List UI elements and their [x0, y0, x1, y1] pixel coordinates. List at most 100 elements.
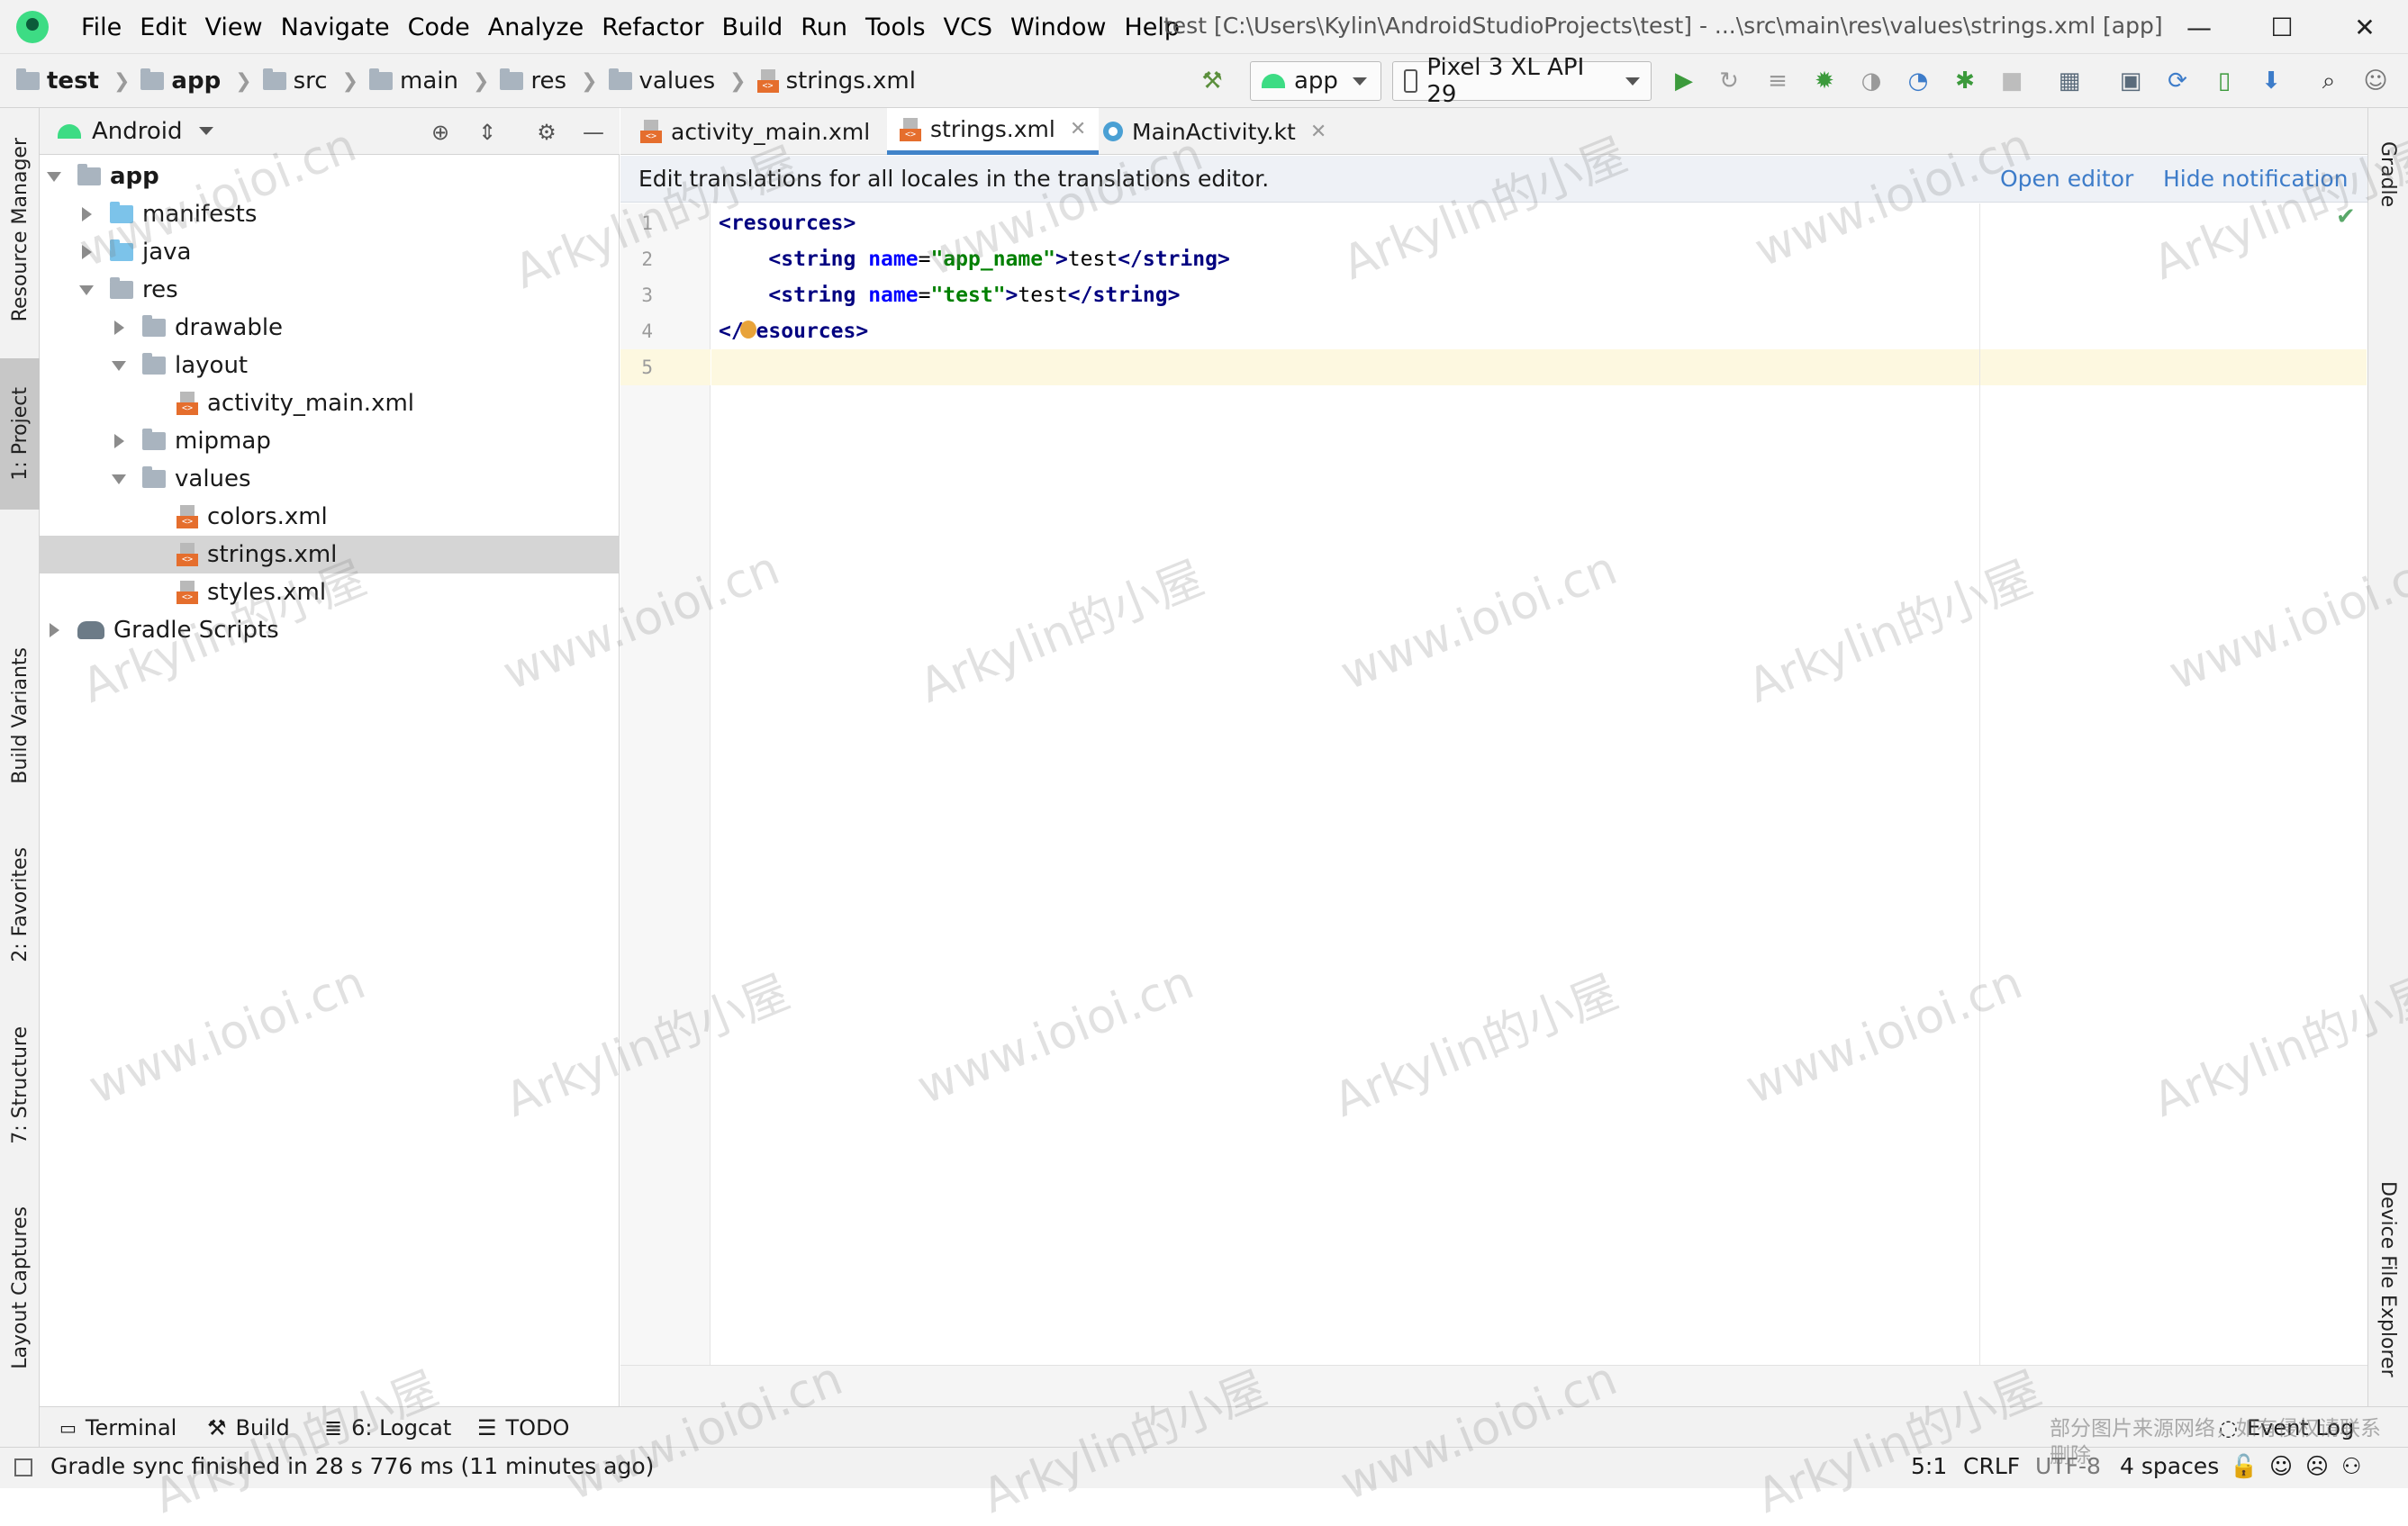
close-window-button[interactable]: ✕ [2323, 0, 2406, 54]
tree-item-colors-xml[interactable]: colors.xml [40, 498, 620, 536]
menu-code[interactable]: Code [399, 14, 479, 41]
menu-refactor[interactable]: Refactor [593, 14, 712, 41]
sdk-manager-icon[interactable]: ⬇ [2257, 67, 2286, 95]
tree-item-layout[interactable]: layout [40, 347, 620, 384]
breadcrumb-main[interactable]: main ❯ [369, 68, 500, 95]
tree-item-drawable[interactable]: drawable [40, 309, 620, 347]
project-view-select[interactable]: Android [92, 118, 183, 145]
open-editor-link[interactable]: Open editor [2000, 166, 2133, 192]
menu-analyze[interactable]: Analyze [479, 14, 593, 41]
tree-item-styles-xml[interactable]: styles.xml [40, 573, 620, 611]
logcat-tab[interactable]: ≣ 6: Logcat [324, 1407, 451, 1448]
stop-icon[interactable]: ■ [1997, 67, 2026, 95]
phone-icon [1404, 69, 1418, 93]
close-tab-icon[interactable]: ✕ [1310, 121, 1326, 143]
toggle-tool-windows-icon[interactable] [14, 1458, 32, 1476]
tree-item-gradle-scripts[interactable]: Gradle Scripts [40, 611, 620, 649]
build-variants-tab[interactable]: Build Variants [0, 630, 40, 801]
menu-view[interactable]: View [195, 14, 271, 41]
layout-inspector-icon[interactable]: ▣ [2116, 67, 2145, 95]
tree-item-manifests[interactable]: manifests [40, 195, 620, 233]
account-icon[interactable]: ☺ [2361, 67, 2390, 95]
structure-tab[interactable]: 7: Structure [0, 1013, 40, 1157]
project-tab[interactable]: 1: Project [0, 358, 40, 510]
tree-item-strings-xml[interactable]: strings.xml [40, 536, 620, 573]
menu-edit[interactable]: Edit [131, 14, 195, 41]
tree-item-res[interactable]: res [40, 271, 620, 309]
todo-tab[interactable]: ☰ TODO [477, 1407, 569, 1448]
maximize-button[interactable]: ☐ [2241, 0, 2323, 54]
tree-item-java[interactable]: java [40, 233, 620, 271]
menu-navigate[interactable]: Navigate [272, 14, 399, 41]
minimize-button[interactable]: — [2158, 0, 2241, 54]
run-config-select[interactable]: app [1250, 61, 1381, 101]
watermark-footer-note: 部分图片来源网络，如有侵权请联系删除 [2050, 1417, 2381, 1467]
chevron-right-icon: ❯ [729, 69, 747, 93]
collapse-all-icon[interactable]: ⇕ [474, 119, 501, 146]
hammer-icon[interactable]: ⚒ [1198, 67, 1227, 95]
android-icon [1262, 74, 1285, 88]
menu-build[interactable]: Build [712, 14, 792, 41]
hide-notification-link[interactable]: Hide notification [2163, 166, 2349, 192]
build-tab[interactable]: ⚒ Build [207, 1407, 290, 1448]
debug-icon[interactable]: ✹ [1810, 67, 1839, 95]
device-select[interactable]: Pixel 3 XL API 29 [1392, 54, 1652, 108]
terminal-tab[interactable]: ▭ Terminal [59, 1407, 177, 1448]
line-number: 4 [641, 321, 653, 342]
tab-mainactivity-kt[interactable]: MainActivity.kt ✕ [1091, 108, 1339, 155]
xml-file-icon [900, 117, 921, 141]
resource-folder-icon [110, 277, 133, 299]
breadcrumb-src[interactable]: src ❯ [262, 68, 369, 95]
run-icon[interactable]: ▶ [1670, 67, 1698, 95]
coverage-icon[interactable]: ◑ [1857, 67, 1886, 95]
profile-icon[interactable]: ◔ [1904, 67, 1933, 95]
gradle-tab[interactable]: Gradle [2367, 121, 2408, 229]
tree-item-mipmap[interactable]: mipmap [40, 422, 620, 460]
breadcrumb-project[interactable]: test ❯ [16, 68, 140, 95]
project-structure-icon[interactable]: ▦ [2055, 67, 2084, 95]
menu-tools[interactable]: Tools [856, 14, 935, 41]
avd-manager-icon[interactable]: ▯ [2210, 67, 2239, 95]
menu-window[interactable]: Window [1001, 14, 1115, 41]
folder-icon [110, 239, 133, 261]
editor-horizontal-scrollbar[interactable] [620, 1365, 2367, 1406]
locate-file-icon[interactable]: ⊕ [427, 119, 454, 146]
status-message[interactable]: Gradle sync finished in 28 s 776 ms (11 … [50, 1453, 654, 1479]
menu-file[interactable]: File [72, 14, 131, 41]
gear-icon[interactable]: ⚙ [533, 119, 560, 146]
tree-item-activity-main-xml[interactable]: activity_main.xml [40, 384, 620, 422]
layout-captures-tab[interactable]: Layout Captures [0, 1193, 40, 1382]
breadcrumb-values[interactable]: values ❯ [608, 68, 757, 95]
tree-item-app[interactable]: app [40, 158, 620, 195]
menu-run[interactable]: Run [792, 14, 856, 41]
search-icon[interactable]: ⌕ [2314, 67, 2343, 95]
collapse-arrow-icon [81, 245, 92, 259]
android-icon [58, 123, 81, 139]
sync-icon[interactable]: ⟳ [2163, 67, 2192, 95]
attach-debugger-icon[interactable]: ✱ [1951, 67, 1979, 95]
module-folder-icon [77, 164, 101, 185]
menu-vcs[interactable]: VCS [935, 14, 1001, 41]
kotlin-class-icon [1103, 122, 1123, 141]
breadcrumb-res[interactable]: res ❯ [500, 68, 608, 95]
favorites-tab[interactable]: 2: Favorites [0, 833, 40, 977]
close-tab-icon[interactable]: ✕ [1070, 118, 1086, 140]
resource-manager-tab[interactable]: Resource Manager [0, 117, 40, 342]
collapse-arrow-icon [49, 623, 59, 637]
apply-changes-icon[interactable]: ≡ [1763, 67, 1792, 95]
line-separator[interactable]: CRLF [1963, 1453, 2020, 1479]
rerun-icon[interactable]: ↻ [1715, 67, 1743, 95]
device-file-explorer-tab[interactable]: Device File Explorer [2367, 1167, 2408, 1392]
line-number: 5 [641, 357, 653, 378]
chevron-down-icon[interactable] [198, 127, 213, 135]
tree-item-values[interactable]: values [40, 460, 620, 498]
hide-panel-icon[interactable]: — [580, 119, 607, 146]
caret-position[interactable]: 5:1 [1911, 1453, 1947, 1479]
chevron-right-icon: ❯ [113, 69, 131, 93]
breadcrumb-module[interactable]: app ❯ [140, 68, 262, 95]
tab-activity-main-xml[interactable]: activity_main.xml ✕ [628, 108, 914, 155]
inspection-ok-icon[interactable]: ✔ [2336, 203, 2356, 230]
tab-strings-xml[interactable]: strings.xml ✕ [887, 108, 1100, 155]
breadcrumb-file[interactable]: strings.xml [756, 68, 916, 95]
intention-bulb-icon[interactable] [739, 321, 756, 339]
